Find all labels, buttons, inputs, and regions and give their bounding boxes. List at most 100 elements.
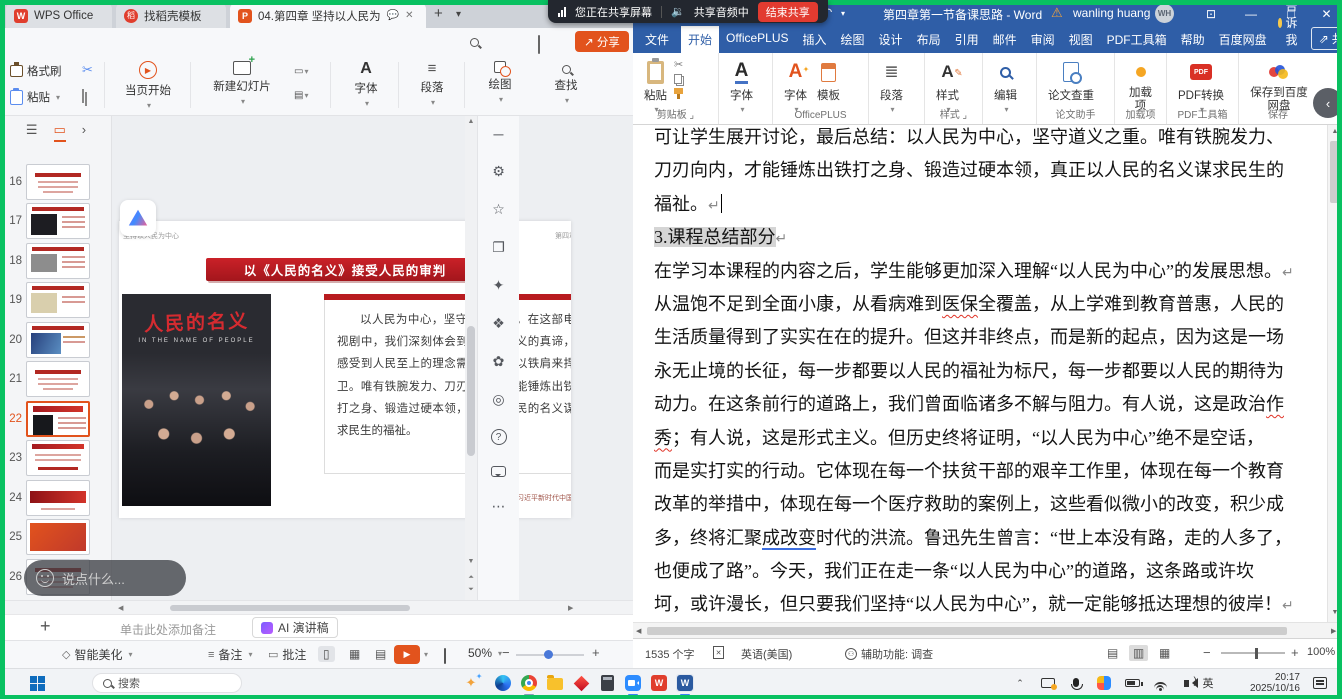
- collapse-icon[interactable]: ─: [494, 126, 504, 142]
- scroll-down-icon[interactable]: ▼: [1328, 609, 1342, 616]
- slide-thumbnail-image[interactable]: [26, 519, 90, 555]
- word-count[interactable]: 1535 个字: [645, 646, 695, 662]
- theme-icon[interactable]: ❖: [492, 315, 505, 332]
- slide-thumbnail-image[interactable]: [26, 440, 90, 476]
- word-hscroll-thumb[interactable]: [647, 627, 1287, 635]
- minimize-button[interactable]: —: [1231, 0, 1271, 27]
- slide-thumbnail-21[interactable]: 21: [0, 360, 112, 399]
- ai-speech-button[interactable]: AI 演讲稿: [252, 617, 338, 638]
- word-tab-12[interactable]: PDF工具箱: [1100, 26, 1174, 53]
- slide-thumbnail-23[interactable]: 23: [0, 439, 112, 478]
- word-font-button[interactable]: A 字体: [725, 57, 758, 116]
- scroll-up-icon[interactable]: ▲: [1328, 128, 1342, 135]
- reading-view-icon[interactable]: ▤: [370, 646, 391, 662]
- word-vscroll-thumb[interactable]: [1330, 141, 1340, 203]
- zoom-percent[interactable]: 100%: [1307, 646, 1335, 658]
- word-tab-10[interactable]: 审阅: [1024, 26, 1062, 53]
- slide-thumbnail-19[interactable]: 19: [0, 281, 112, 320]
- battery-tray-icon[interactable]: [1122, 674, 1142, 692]
- panel-expand-icon[interactable]: ›: [82, 122, 86, 142]
- taskbar-diamond-app-icon[interactable]: [572, 674, 590, 692]
- word-tab-8[interactable]: 引用: [948, 26, 986, 53]
- wps-hscroll-thumb[interactable]: [170, 605, 410, 611]
- zoom-in-icon[interactable]: +: [592, 645, 600, 660]
- word-paragraph-button[interactable]: ≣ 段落: [875, 57, 908, 116]
- material-icon[interactable]: ✿: [493, 353, 505, 370]
- word-tab-9[interactable]: 邮件: [986, 26, 1024, 53]
- proofing-status-icon[interactable]: ✕: [713, 646, 724, 659]
- cut-icon[interactable]: ✂: [674, 60, 683, 70]
- word-zoom-slider[interactable]: [1221, 652, 1285, 654]
- notification-center-button[interactable]: [1310, 674, 1330, 692]
- ribbon-collapse-button[interactable]: ‹: [1313, 88, 1342, 118]
- notes-toggle-button[interactable]: ≡ 备注: [208, 646, 252, 663]
- slideshow-play-button[interactable]: ▶: [394, 645, 420, 664]
- cut-icon[interactable]: ✂: [82, 62, 93, 78]
- slide-text-box[interactable]: 以人民为中心，坚守道义之重。在这部电视剧中，我们深刻体会到人民即道义的真谛，感受…: [324, 294, 571, 474]
- ime-indicator[interactable]: 英: [1198, 674, 1218, 692]
- slide-thumbnail-16[interactable]: 16: [0, 162, 112, 201]
- slide-thumbnail-image[interactable]: [26, 361, 90, 397]
- taskbar-chrome-icon[interactable]: [520, 674, 538, 692]
- scroll-right-icon[interactable]: ▶: [1331, 627, 1336, 635]
- web-layout-icon[interactable]: ▦: [1155, 645, 1174, 661]
- warning-icon[interactable]: ⚠: [1051, 5, 1063, 21]
- slide-thumbnail-image[interactable]: [26, 480, 90, 516]
- normal-view-icon[interactable]: ▯: [318, 646, 335, 662]
- scroll-down-icon[interactable]: ▼: [465, 558, 477, 565]
- star-icon[interactable]: ☆: [492, 201, 505, 218]
- tab-wps-home[interactable]: W WPS Office: [6, 3, 112, 28]
- tab-list-chevron-icon[interactable]: ▾: [456, 9, 461, 20]
- wps-vscroll-thumb[interactable]: [467, 326, 475, 456]
- add-slide-plus-button[interactable]: +: [40, 616, 51, 637]
- qat-customize-chevron-icon[interactable]: ▾: [841, 9, 845, 18]
- close-button[interactable]: ✕: [1311, 0, 1342, 27]
- word-tab-5[interactable]: 绘图: [834, 26, 872, 53]
- slide-thumbnail-image[interactable]: [26, 203, 90, 239]
- taskbar-copilot-icon[interactable]: ✦: [462, 674, 480, 692]
- outline-view-icon[interactable]: ☰: [26, 122, 38, 142]
- volume-tray-icon[interactable]: [1176, 674, 1196, 692]
- slide-thumbnail-20[interactable]: 20: [0, 320, 112, 359]
- play-options-chevron-icon[interactable]: ▾: [424, 650, 428, 659]
- tray-clock[interactable]: 20:17 2025/10/16: [1238, 672, 1300, 694]
- previous-slide-icon[interactable]: ⏶: [465, 574, 477, 582]
- slides-icon[interactable]: ❐: [492, 239, 505, 256]
- word-share-button[interactable]: ⇗ 共享 ▾: [1311, 27, 1342, 50]
- new-tab-button[interactable]: +: [434, 5, 443, 22]
- copy-icon[interactable]: [674, 74, 682, 84]
- slide-view-icon[interactable]: ▭: [54, 122, 66, 142]
- word-edit-button[interactable]: 编辑: [989, 57, 1022, 116]
- slide-sorter-view-icon[interactable]: ▦: [344, 646, 365, 662]
- tab-current-document[interactable]: P 04.第四章 坚持以人民为 💬 ✕: [230, 3, 426, 28]
- taskbar-explorer-icon[interactable]: [546, 674, 564, 692]
- word-tab-13[interactable]: 帮助: [1174, 26, 1212, 53]
- taskbar-edge-icon[interactable]: [494, 674, 512, 692]
- slide-thumbnail-image[interactable]: [26, 401, 90, 437]
- slide-thumbnail-image[interactable]: [26, 243, 90, 279]
- font-menu-button[interactable]: A 字体: [340, 61, 392, 108]
- next-slide-icon[interactable]: ⏷: [465, 586, 477, 594]
- word-tab-7[interactable]: 布局: [910, 26, 948, 53]
- accessibility-status[interactable]: ⚇ 辅助功能: 调查: [845, 646, 933, 662]
- tell-me-button[interactable]: 告诉我: [1274, 0, 1307, 53]
- magic-icon[interactable]: ✦: [493, 277, 505, 294]
- play-from-current-button[interactable]: ▶ 当页开始: [112, 61, 184, 110]
- slide-layout-dropdown[interactable]: ▭▾: [294, 66, 308, 77]
- avatar[interactable]: WH: [1155, 4, 1174, 23]
- stop-sharing-button[interactable]: 结束共享: [758, 2, 818, 22]
- taskbar-meeting-app-icon[interactable]: [624, 674, 642, 692]
- fit-slide-icon[interactable]: [444, 649, 446, 663]
- language-status[interactable]: 英语(美国): [741, 646, 792, 662]
- ribbon-display-options-button[interactable]: ⊡: [1191, 0, 1231, 27]
- scroll-left-icon[interactable]: ◀: [118, 604, 123, 612]
- tray-expand-tray-icon[interactable]: ⌃: [1010, 674, 1030, 692]
- officeplus-template-button[interactable]: 模板: [812, 57, 845, 105]
- word-zoom-knob[interactable]: [1255, 648, 1258, 659]
- meeting-tray-icon[interactable]: [1094, 674, 1114, 692]
- taskbar-search-input[interactable]: 搜索: [92, 673, 242, 693]
- slide-thumbnail-22[interactable]: 22: [0, 399, 112, 438]
- paste-button[interactable]: 粘贴: [10, 89, 60, 105]
- word-tab-2[interactable]: 开始: [681, 26, 719, 53]
- cloud-sync-icon[interactable]: [538, 36, 540, 54]
